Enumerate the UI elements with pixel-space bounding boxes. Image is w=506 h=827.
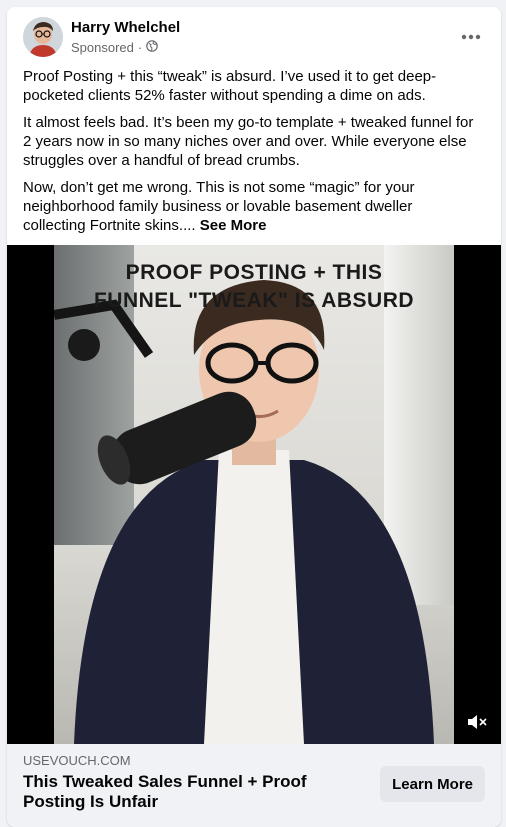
author-avatar[interactable] (23, 17, 63, 57)
overlay-line-1: PROOF POSTING + THIS (125, 261, 383, 284)
link-headline[interactable]: This Tweaked Sales Funnel + Proof Postin… (23, 772, 343, 812)
sponsored-post-card: Harry Whelchel Sponsored · Proof Posting… (7, 7, 501, 827)
post-paragraph-1: Proof Posting + this “tweak” is absurd. … (23, 68, 437, 104)
post-paragraph-2: It almost feels bad. It’s been my go-to … (23, 114, 474, 169)
overlay-line-2: FUNNEL "TWEAK" IS ABSURD (93, 289, 415, 312)
post-paragraph-3: Now, don’t get me wrong. This is not som… (23, 178, 478, 235)
globe-icon[interactable] (146, 40, 159, 55)
link-domain: USEVOUCH.COM (23, 753, 131, 768)
video-person-graphic (54, 280, 434, 744)
sponsored-label[interactable]: Sponsored (71, 40, 134, 55)
link-preview[interactable]: USEVOUCH.COM This Tweaked Sales Funnel +… (7, 744, 501, 827)
video-player[interactable]: PROOF POSTING + THIS FUNNEL "TWEAK" IS A… (7, 245, 501, 744)
video-frame: PROOF POSTING + THIS FUNNEL "TWEAK" IS A… (54, 245, 454, 744)
post-body: Proof Posting + this “tweak” is absurd. … (23, 67, 478, 243)
video-caption-overlay: PROOF POSTING + THIS FUNNEL "TWEAK" IS A… (54, 259, 454, 315)
author-name[interactable]: Harry Whelchel (71, 19, 180, 36)
ellipsis-icon[interactable] (455, 21, 487, 53)
post-header: Harry Whelchel Sponsored · (7, 7, 501, 63)
meta-separator: · (137, 40, 143, 55)
learn-more-button[interactable]: Learn More (380, 766, 485, 802)
muted-speaker-icon[interactable] (463, 710, 491, 734)
see-more-link[interactable]: See More (200, 217, 267, 234)
post-meta: Sponsored · (71, 40, 159, 55)
